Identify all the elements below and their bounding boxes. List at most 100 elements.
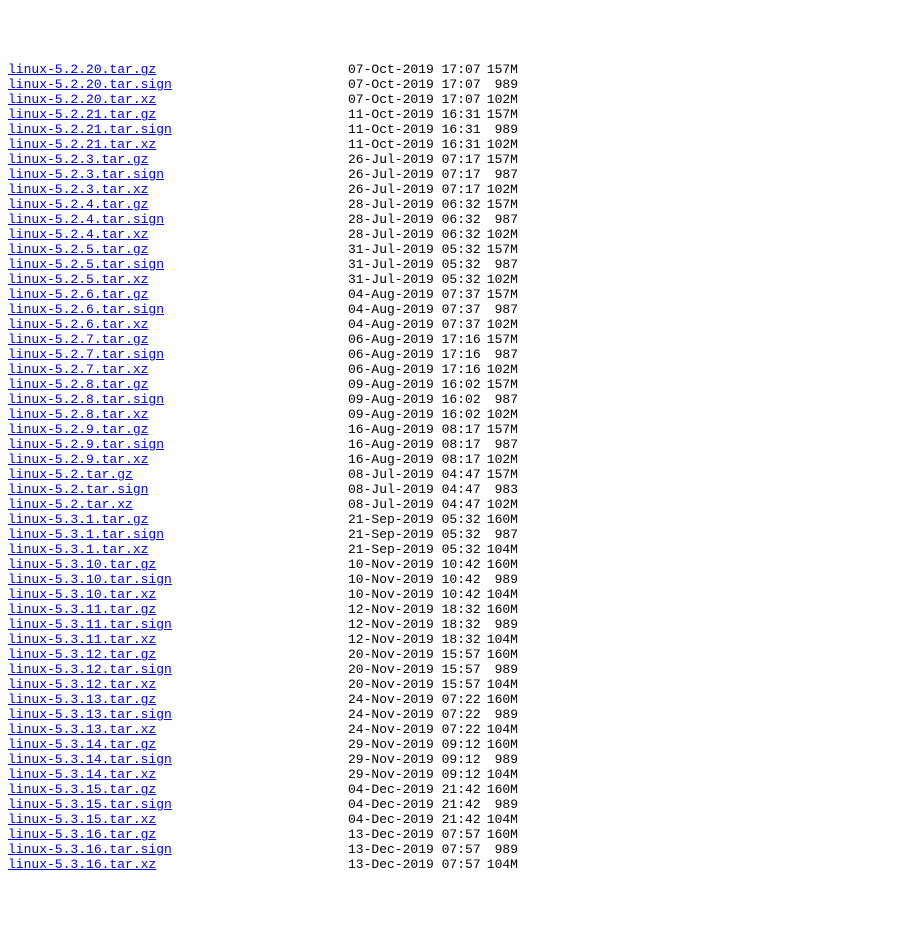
file-link[interactable]: linux-5.3.14.tar.sign	[8, 752, 172, 767]
file-date: 04-Aug-2019 07:37	[348, 317, 468, 332]
file-link[interactable]: linux-5.3.16.tar.gz	[8, 827, 156, 842]
file-link[interactable]: linux-5.2.8.tar.xz	[8, 407, 148, 422]
file-link[interactable]: linux-5.2.6.tar.sign	[8, 302, 164, 317]
file-link[interactable]: linux-5.3.13.tar.xz	[8, 722, 156, 737]
file-link[interactable]: linux-5.3.16.tar.sign	[8, 842, 172, 857]
file-link[interactable]: linux-5.2.8.tar.gz	[8, 377, 148, 392]
file-size: 102M	[468, 452, 518, 467]
file-link[interactable]: linux-5.2.21.tar.sign	[8, 122, 172, 137]
file-link[interactable]: linux-5.3.1.tar.xz	[8, 542, 148, 557]
file-date: 04-Aug-2019 07:37	[348, 287, 468, 302]
file-date: 13-Dec-2019 07:57	[348, 842, 468, 857]
file-link[interactable]: linux-5.2.3.tar.sign	[8, 167, 164, 182]
file-link[interactable]: linux-5.2.5.tar.gz	[8, 242, 148, 257]
file-link[interactable]: linux-5.3.15.tar.xz	[8, 812, 156, 827]
file-size: 983	[468, 482, 518, 497]
file-size: 104M	[468, 767, 518, 782]
file-link[interactable]: linux-5.3.11.tar.sign	[8, 617, 172, 632]
file-name-cell: linux-5.2.8.tar.xz	[8, 407, 348, 422]
file-link[interactable]: linux-5.2.20.tar.sign	[8, 77, 172, 92]
file-date: 13-Dec-2019 07:57	[348, 827, 468, 842]
file-link[interactable]: linux-5.3.11.tar.xz	[8, 632, 156, 647]
file-link[interactable]: linux-5.2.21.tar.xz	[8, 137, 156, 152]
file-row: linux-5.2.20.tar.sign07-Oct-2019 17:0798…	[8, 77, 894, 92]
file-row: linux-5.2.21.tar.sign11-Oct-2019 16:3198…	[8, 122, 894, 137]
file-size: 102M	[468, 407, 518, 422]
file-link[interactable]: linux-5.2.3.tar.gz	[8, 152, 148, 167]
file-link[interactable]: linux-5.3.13.tar.gz	[8, 692, 156, 707]
file-date: 04-Aug-2019 07:37	[348, 302, 468, 317]
file-name-cell: linux-5.2.20.tar.gz	[8, 62, 348, 77]
file-link[interactable]: linux-5.3.12.tar.xz	[8, 677, 156, 692]
file-link[interactable]: linux-5.3.16.tar.xz	[8, 857, 156, 872]
file-name-cell: linux-5.2.7.tar.sign	[8, 347, 348, 362]
file-row: linux-5.2.7.tar.sign06-Aug-2019 17:16987	[8, 347, 894, 362]
file-date: 06-Aug-2019 17:16	[348, 362, 468, 377]
file-row: linux-5.3.12.tar.gz20-Nov-2019 15:57160M	[8, 647, 894, 662]
file-link[interactable]: linux-5.2.9.tar.gz	[8, 422, 148, 437]
file-link[interactable]: linux-5.2.6.tar.xz	[8, 317, 148, 332]
file-date: 09-Aug-2019 16:02	[348, 407, 468, 422]
file-link[interactable]: linux-5.2.7.tar.sign	[8, 347, 164, 362]
file-link[interactable]: linux-5.2.7.tar.xz	[8, 362, 148, 377]
file-link[interactable]: linux-5.2.20.tar.xz	[8, 92, 156, 107]
file-link[interactable]: linux-5.3.12.tar.sign	[8, 662, 172, 677]
file-date: 07-Oct-2019 17:07	[348, 62, 468, 77]
file-size: 160M	[468, 557, 518, 572]
file-link[interactable]: linux-5.3.1.tar.sign	[8, 527, 164, 542]
file-size: 987	[468, 437, 518, 452]
file-size: 989	[468, 797, 518, 812]
file-link[interactable]: linux-5.2.4.tar.gz	[8, 197, 148, 212]
file-link[interactable]: linux-5.2.4.tar.sign	[8, 212, 164, 227]
file-date: 31-Jul-2019 05:32	[348, 257, 468, 272]
file-link[interactable]: linux-5.3.14.tar.gz	[8, 737, 156, 752]
file-name-cell: linux-5.3.14.tar.gz	[8, 737, 348, 752]
file-row: linux-5.3.15.tar.xz04-Dec-2019 21:42104M	[8, 812, 894, 827]
file-link[interactable]: linux-5.2.5.tar.xz	[8, 272, 148, 287]
file-link[interactable]: linux-5.3.10.tar.gz	[8, 557, 156, 572]
file-link[interactable]: linux-5.3.11.tar.gz	[8, 602, 156, 617]
file-row: linux-5.3.14.tar.gz29-Nov-2019 09:12160M	[8, 737, 894, 752]
file-size: 102M	[468, 182, 518, 197]
file-name-cell: linux-5.3.13.tar.xz	[8, 722, 348, 737]
file-link[interactable]: linux-5.3.10.tar.sign	[8, 572, 172, 587]
file-name-cell: linux-5.2.tar.sign	[8, 482, 348, 497]
file-row: linux-5.3.15.tar.gz04-Dec-2019 21:42160M	[8, 782, 894, 797]
file-link[interactable]: linux-5.2.20.tar.gz	[8, 62, 156, 77]
file-link[interactable]: linux-5.2.6.tar.gz	[8, 287, 148, 302]
file-date: 28-Jul-2019 06:32	[348, 212, 468, 227]
file-link[interactable]: linux-5.2.4.tar.xz	[8, 227, 148, 242]
file-link[interactable]: linux-5.2.tar.sign	[8, 482, 148, 497]
file-link[interactable]: linux-5.2.9.tar.sign	[8, 437, 164, 452]
file-size: 989	[468, 122, 518, 137]
file-link[interactable]: linux-5.3.15.tar.sign	[8, 797, 172, 812]
file-row: linux-5.2.3.tar.gz26-Jul-2019 07:17157M	[8, 152, 894, 167]
file-name-cell: linux-5.2.tar.xz	[8, 497, 348, 512]
file-link[interactable]: linux-5.2.tar.gz	[8, 467, 133, 482]
file-date: 09-Aug-2019 16:02	[348, 392, 468, 407]
file-link[interactable]: linux-5.2.tar.xz	[8, 497, 133, 512]
file-name-cell: linux-5.2.7.tar.xz	[8, 362, 348, 377]
file-link[interactable]: linux-5.2.3.tar.xz	[8, 182, 148, 197]
file-date: 12-Nov-2019 18:32	[348, 617, 468, 632]
file-date: 24-Nov-2019 07:22	[348, 707, 468, 722]
file-row: linux-5.2.5.tar.sign31-Jul-2019 05:32987	[8, 257, 894, 272]
file-name-cell: linux-5.2.8.tar.gz	[8, 377, 348, 392]
file-link[interactable]: linux-5.3.14.tar.xz	[8, 767, 156, 782]
file-size: 157M	[468, 287, 518, 302]
file-link[interactable]: linux-5.3.10.tar.xz	[8, 587, 156, 602]
file-link[interactable]: linux-5.2.21.tar.gz	[8, 107, 156, 122]
file-link[interactable]: linux-5.3.13.tar.sign	[8, 707, 172, 722]
file-link[interactable]: linux-5.3.1.tar.gz	[8, 512, 148, 527]
file-size: 160M	[468, 692, 518, 707]
file-link[interactable]: linux-5.2.9.tar.xz	[8, 452, 148, 467]
file-link[interactable]: linux-5.2.5.tar.sign	[8, 257, 164, 272]
file-link[interactable]: linux-5.2.8.tar.sign	[8, 392, 164, 407]
file-row: linux-5.2.20.tar.gz07-Oct-2019 17:07157M	[8, 62, 894, 77]
file-name-cell: linux-5.3.10.tar.xz	[8, 587, 348, 602]
file-link[interactable]: linux-5.2.7.tar.gz	[8, 332, 148, 347]
file-link[interactable]: linux-5.3.12.tar.gz	[8, 647, 156, 662]
file-link[interactable]: linux-5.3.15.tar.gz	[8, 782, 156, 797]
file-size: 157M	[468, 332, 518, 347]
file-row: linux-5.3.13.tar.xz24-Nov-2019 07:22104M	[8, 722, 894, 737]
